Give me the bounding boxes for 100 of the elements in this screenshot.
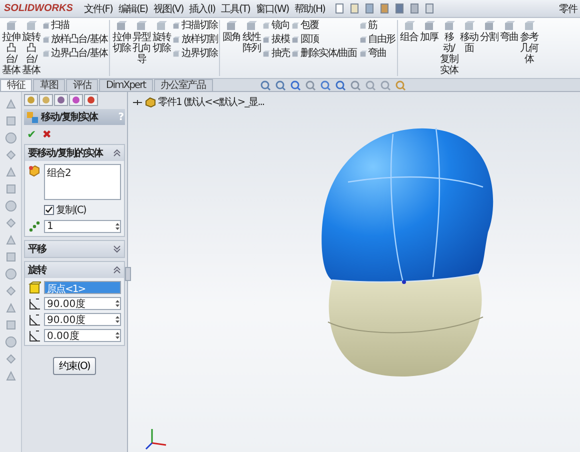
view-toolbar-icon[interactable]	[274, 80, 286, 90]
ribbon-button[interactable]: 分割	[478, 20, 499, 43]
tab[interactable]: 特征	[0, 79, 32, 91]
menu-item[interactable]: 窗口(W)	[252, 2, 292, 16]
ribbon-button[interactable]: 放样切割	[172, 34, 218, 46]
toolbar-icon[interactable]	[334, 3, 345, 14]
feature-tool-icon[interactable]	[4, 234, 16, 246]
view-toolbar-icon[interactable]	[394, 80, 406, 90]
ribbon-button[interactable]: 加厚	[418, 20, 439, 43]
menu-item[interactable]: 视图(V)	[150, 2, 186, 16]
part-name[interactable]: 零件1 (默认<<默认>_显...	[158, 95, 264, 109]
toolbar-icon[interactable]	[378, 3, 390, 14]
collapse-icon[interactable]	[113, 149, 121, 157]
bodies-list[interactable]: 组合2	[44, 164, 121, 200]
tab[interactable]: DimXpert	[99, 79, 153, 91]
ribbon-button[interactable]: 拉伸凸台/基体	[1, 20, 21, 76]
menu-item[interactable]: 工具(T)	[218, 2, 253, 16]
view-toolbar-icon[interactable]	[380, 80, 391, 90]
feature-tool-icon[interactable]	[4, 319, 16, 331]
ribbon-button[interactable]: 参考几何体	[518, 20, 539, 65]
view-toolbar-icon[interactable]	[260, 80, 271, 90]
panel-grip[interactable]	[125, 267, 131, 281]
feature-tool-icon[interactable]	[4, 132, 16, 144]
ribbon-button[interactable]: 拉伸切除	[111, 20, 132, 54]
feature-tool-icon[interactable]	[4, 98, 16, 110]
feature-tool-icon[interactable]	[4, 353, 16, 365]
ribbon-button[interactable]: 边界切除	[172, 48, 218, 60]
copy-checkbox[interactable]	[44, 205, 54, 215]
spinner-icon[interactable]	[115, 331, 120, 340]
view-toolbar-icon[interactable]	[334, 80, 346, 90]
angle-field[interactable]: 90.00度	[44, 297, 121, 310]
feature-tool-icon[interactable]	[4, 183, 16, 195]
view-toolbar-icon[interactable]	[290, 80, 301, 90]
ribbon-button[interactable]: 自由形	[358, 34, 395, 46]
list-item[interactable]: 组合2	[47, 166, 118, 180]
ribbon-button[interactable]: 异型孔向导	[131, 20, 152, 65]
copies-field[interactable]: 1	[44, 220, 121, 233]
ribbon-button[interactable]: 筋	[358, 20, 395, 32]
feature-tool-icon[interactable]	[4, 302, 16, 314]
ribbon-button[interactable]: 旋转切除	[151, 20, 172, 54]
panel-tab-icon[interactable]	[84, 94, 98, 106]
feature-tool-icon[interactable]	[4, 336, 16, 348]
tab[interactable]: 草图	[33, 79, 65, 91]
spinner-icon[interactable]	[115, 222, 120, 231]
feature-tool-icon[interactable]	[4, 200, 16, 212]
ribbon-button[interactable]: 抽壳	[262, 48, 290, 60]
ribbon-button[interactable]: 边界凸台/基体	[42, 48, 108, 60]
view-toolbar-icon[interactable]	[304, 80, 316, 90]
angle-field[interactable]: 90.00度	[44, 313, 121, 326]
ribbon-button[interactable]: 删除实体/曲面	[291, 48, 357, 60]
toolbar-icon[interactable]	[364, 3, 375, 14]
tab[interactable]: 评估	[66, 79, 98, 91]
ribbon-button[interactable]: 圆顶	[291, 34, 357, 46]
ribbon-button[interactable]: 扫描切除	[172, 20, 218, 32]
toolbar-icon[interactable]	[348, 3, 360, 14]
ribbon-button[interactable]: 扫描	[42, 20, 108, 32]
tab[interactable]: 办公室产品	[154, 79, 213, 91]
view-toolbar-icon[interactable]	[350, 80, 361, 90]
cancel-button[interactable]: ✖	[42, 128, 52, 141]
view-toolbar-icon[interactable]	[320, 80, 331, 90]
feature-tool-icon[interactable]	[4, 251, 16, 263]
angle-icon	[28, 313, 41, 326]
feature-tool-icon[interactable]	[4, 370, 16, 382]
view-toolbar-icon[interactable]	[364, 80, 376, 90]
menu-item[interactable]: 插入(I)	[186, 2, 218, 16]
feature-tool-icon[interactable]	[4, 115, 16, 127]
ribbon-button[interactable]: 弯曲	[498, 20, 519, 43]
feature-tool-icon[interactable]	[4, 268, 16, 280]
angle-field[interactable]: 0.00度	[44, 329, 121, 342]
collapse-icon[interactable]	[113, 266, 121, 274]
ribbon-button[interactable]: 镜向	[262, 20, 290, 32]
feature-tool-icon[interactable]	[4, 217, 16, 229]
ribbon-button[interactable]: 移动/复制实体	[438, 20, 459, 76]
tool-icon	[358, 50, 367, 58]
feature-tool-icon[interactable]	[4, 149, 16, 161]
expand-icon[interactable]	[113, 245, 121, 253]
ribbon-button[interactable]: 线性阵列	[241, 20, 262, 54]
menu-item[interactable]: 帮助(H)	[292, 2, 328, 16]
toolbar-icon[interactable]	[408, 3, 420, 14]
menu-item[interactable]: 文件(F)	[80, 2, 116, 16]
ribbon-button[interactable]: 圆角	[221, 20, 242, 43]
menu-item[interactable]: 编辑(E)	[115, 2, 151, 16]
ribbon-button[interactable]: 旋转凸台/基体	[21, 20, 41, 76]
toolbar-icon[interactable]	[394, 3, 405, 14]
panel-tab-icon[interactable]	[39, 94, 53, 106]
panel-tab-icon[interactable]	[69, 94, 83, 106]
ribbon-button[interactable]: 移动面	[458, 20, 479, 54]
feature-tool-icon[interactable]	[4, 166, 16, 178]
feature-tool-icon[interactable]	[4, 285, 16, 297]
ribbon-button[interactable]: 包覆	[291, 20, 357, 32]
panel-tab-icon[interactable]	[54, 94, 68, 106]
ribbon-button[interactable]: 弯曲	[358, 48, 395, 60]
spinner-icon[interactable]	[115, 315, 120, 324]
constraints-button[interactable]: 约束(O)	[53, 357, 96, 375]
ribbon-button[interactable]: 拔模	[262, 34, 290, 46]
spinner-icon[interactable]	[115, 299, 120, 308]
ribbon-button[interactable]: 放样凸台/基体	[42, 34, 108, 46]
toolbar-icon[interactable]	[424, 3, 435, 14]
ribbon-button[interactable]: 组合	[398, 20, 419, 43]
panel-tab-icon[interactable]	[24, 94, 38, 106]
